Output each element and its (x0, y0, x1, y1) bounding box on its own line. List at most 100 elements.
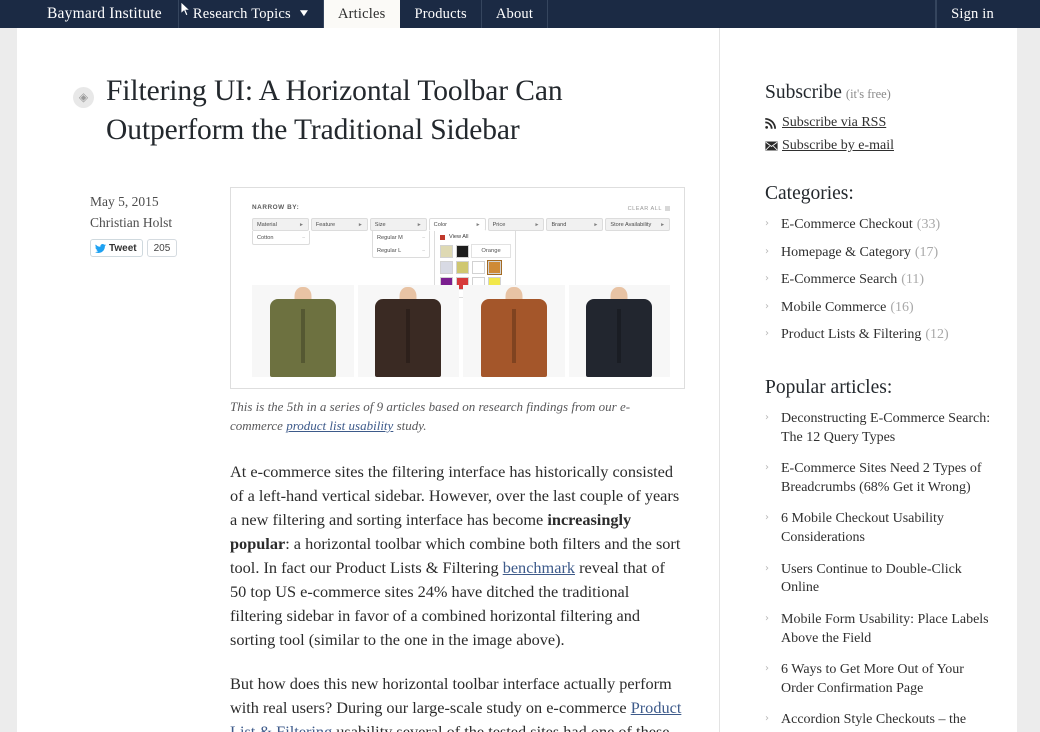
chevron-right-icon: › (765, 326, 781, 345)
categories-section: Categories: › E-Commerce Checkout (33) ›… (765, 183, 995, 345)
chevron-right-icon: › (765, 510, 781, 547)
mock-filter-label: Brand (551, 222, 566, 228)
mock-filter-feature[interactable]: Feature ► (311, 218, 368, 231)
category-label: Homepage & Category (781, 244, 911, 263)
page-title: Filtering UI: A Horizontal Toolbar Can O… (106, 72, 703, 150)
mock-filter-size[interactable]: Size ► (370, 218, 427, 231)
mock-filter-tab-bar: Material ► Feature ► Size ► (252, 218, 670, 231)
category-count: (17) (915, 244, 938, 263)
subscribe-free-note: (it's free) (846, 87, 891, 101)
nav-item-articles[interactable]: Articles (324, 0, 401, 28)
content-rail-divider (719, 28, 720, 732)
mock-filter-label: Store Availability (610, 222, 651, 228)
categories-list: › E-Commerce Checkout (33) › Homepage & … (765, 216, 995, 345)
list-item[interactable]: › 6 Ways to Get More Out of Your Order C… (765, 661, 995, 698)
tweet-button[interactable]: Tweet (90, 239, 143, 257)
category-count: (33) (917, 216, 940, 235)
mock-option-regular-m[interactable]: Regular M – (373, 231, 429, 244)
chevron-right-icon: › (765, 216, 781, 235)
mock-view-all-option[interactable]: View All (435, 231, 515, 243)
product-thumbnail[interactable] (252, 285, 354, 377)
list-item[interactable]: › Homepage & Category (17) (765, 244, 995, 263)
subscribe-rss-link[interactable]: Subscribe via RSS (765, 115, 995, 131)
sign-in-link[interactable]: Sign in (936, 0, 1008, 28)
chevron-right-icon: › (765, 244, 781, 263)
list-item[interactable]: › Accordion Style Checkouts – the Holy G… (765, 711, 995, 732)
check-icon: – (422, 248, 425, 254)
list-item[interactable]: › E-Commerce Sites Need 2 Types of Bread… (765, 460, 995, 497)
subscribe-email-link[interactable]: Subscribe by e-mail (765, 138, 995, 154)
color-swatch[interactable] (472, 261, 485, 274)
site-logo[interactable]: Baymard Institute (33, 0, 179, 28)
list-item[interactable]: › Product Lists & Filtering (12) (765, 326, 995, 345)
mock-product-grid (252, 285, 670, 377)
jacket-placket (301, 309, 305, 363)
mock-option-cotton[interactable]: Cotton – (253, 231, 309, 244)
mock-filter-color[interactable]: Color ► (429, 218, 486, 231)
category-label: Mobile Commerce (781, 299, 886, 318)
nav-item-label: Products (414, 6, 466, 23)
page-content: ◈ Filtering UI: A Horizontal Toolbar Can… (17, 28, 1023, 732)
benchmark-link[interactable]: benchmark (503, 558, 575, 577)
site-logo-label: Baymard Institute (47, 5, 162, 23)
chevron-right-icon: › (765, 561, 781, 598)
nav-item-label: Research Topics (193, 6, 291, 23)
sign-in-label: Sign in (951, 6, 994, 23)
product-thumbnail[interactable] (358, 285, 460, 377)
list-item[interactable]: › Mobile Commerce (16) (765, 299, 995, 318)
chevron-right-icon: ► (476, 222, 481, 228)
list-item[interactable]: › E-Commerce Search (11) (765, 271, 995, 290)
popular-article-label: Mobile Form Usability: Place Labels Abov… (781, 611, 995, 648)
list-item[interactable]: › Deconstructing E-Commerce Search: The … (765, 410, 995, 447)
caption-link[interactable]: product list usability (286, 418, 393, 433)
mock-filter-material[interactable]: Material ► (252, 218, 309, 231)
tweet-widget: Tweet 205 (90, 239, 225, 257)
check-icon: – (422, 235, 425, 241)
popular-article-label: 6 Ways to Get More Out of Your Order Con… (781, 661, 995, 698)
previous-article-icon[interactable]: ◈ (73, 87, 94, 108)
nav-left-spacer (0, 0, 33, 28)
mock-filter-store-availability[interactable]: Store Availability ► (605, 218, 670, 231)
article: ◈ Filtering UI: A Horizontal Toolbar Can… (73, 28, 703, 732)
color-swatch[interactable] (440, 261, 453, 274)
color-swatch[interactable] (440, 245, 453, 258)
nav-item-products[interactable]: Products (400, 0, 481, 28)
figure-caption: This is the 5th in a series of 9 article… (230, 398, 682, 435)
tweet-count-badge[interactable]: 205 (147, 239, 178, 257)
tweet-count-value: 205 (154, 241, 171, 257)
nav-right-spacer (1008, 0, 1040, 28)
mock-filter-label: Size (375, 222, 386, 228)
chevron-right-icon: ► (299, 222, 304, 228)
mock-material-options: Cotton – (252, 231, 310, 245)
tweet-button-label: Tweet (109, 241, 137, 257)
list-item[interactable]: › E-Commerce Checkout (33) (765, 216, 995, 235)
nav-item-research-topics[interactable]: Research Topics ▼ (179, 0, 324, 28)
rss-icon (765, 118, 782, 129)
list-item[interactable]: › Mobile Form Usability: Place Labels Ab… (765, 611, 995, 648)
page-right-edge (1017, 28, 1023, 732)
product-thumbnail[interactable] (569, 285, 671, 377)
mock-filter-label: Color (434, 222, 447, 228)
color-swatch[interactable] (456, 261, 469, 274)
mock-filter-label: Feature (316, 222, 335, 228)
nav-item-about[interactable]: About (482, 0, 548, 28)
mock-option-regular-l[interactable]: Regular L – (373, 244, 429, 257)
product-thumbnail[interactable] (463, 285, 565, 377)
mock-clear-all-button[interactable]: CLEAR ALL (628, 206, 670, 212)
envelope-icon (765, 141, 782, 151)
mock-filter-price[interactable]: Price ► (488, 218, 545, 231)
category-label: E-Commerce Search (781, 271, 897, 290)
category-label: E-Commerce Checkout (781, 216, 913, 235)
list-item[interactable]: › Users Continue to Double-Click Online (765, 561, 995, 598)
mock-option-label: Regular M (377, 235, 403, 241)
mock-filter-label: Material (257, 222, 277, 228)
mock-filter-label: Price (493, 222, 506, 228)
mock-filter-brand[interactable]: Brand ► (546, 218, 603, 231)
chevron-right-icon: ► (358, 222, 363, 228)
color-swatch[interactable] (456, 245, 469, 258)
mock-size-options: Regular M – Regular L – (372, 231, 430, 258)
list-item[interactable]: › 6 Mobile Checkout Usability Considerat… (765, 510, 995, 547)
color-swatch-orange-hovered[interactable]: ☛ (488, 261, 501, 274)
article-paragraph: At e-commerce sites the filtering interf… (230, 460, 682, 652)
popular-article-label: Accordion Style Checkouts – the Holy Gra… (781, 711, 995, 732)
